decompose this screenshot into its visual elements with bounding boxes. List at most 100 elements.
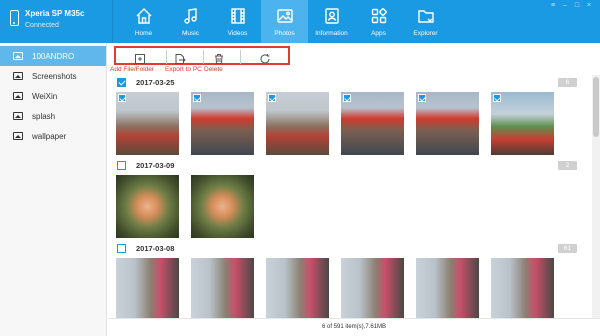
group-count-badge: 6 <box>558 78 577 87</box>
refresh-icon <box>260 54 270 64</box>
thumbnail-row <box>116 175 592 241</box>
sidebar-item-weixin[interactable]: WeiXin <box>0 86 106 106</box>
group-checkbox[interactable] <box>117 244 126 253</box>
tab-photos[interactable]: Photos <box>261 0 308 43</box>
sidebar-item-wallpaper[interactable]: wallpaper <box>0 126 106 146</box>
menu-button[interactable]: ≡ <box>548 2 558 10</box>
thumbnail-row <box>116 258 592 318</box>
photo-thumbnail[interactable] <box>266 92 329 155</box>
sidebar-item-label: wallpaper <box>32 131 67 141</box>
toolbar-divider <box>166 50 167 64</box>
photo-toolbar: Add File/Folder Export to PC Delete <box>108 43 600 75</box>
sidebar-item-label: 100ANDRO <box>32 51 75 61</box>
scrollbar-thumb[interactable] <box>593 77 599 137</box>
window-controls: ≡ – □ × <box>548 2 594 10</box>
album-sidebar: 100ANDRO Screenshots WeiXin splash wallp… <box>0 43 107 336</box>
group-count-badge: 61 <box>558 244 577 253</box>
export-to-pc-label: Export to PC <box>165 66 202 73</box>
photo-checkbox[interactable] <box>343 94 351 102</box>
phone-manager-window: Xperia SP M35c Connected Home Music Vide… <box>0 0 600 336</box>
close-button[interactable]: × <box>584 2 594 10</box>
toolbar-highlight <box>114 46 290 65</box>
tab-music-label: Music <box>182 30 199 37</box>
tab-music[interactable]: Music <box>167 0 214 43</box>
group-count-badge: 2 <box>558 161 577 170</box>
phone-icon <box>10 10 19 26</box>
toolbar-divider <box>203 50 204 64</box>
photo-thumbnail[interactable] <box>416 92 479 155</box>
photo-thumbnail[interactable] <box>116 258 179 318</box>
date-group-header: 2017-03-08 61 <box>108 241 592 258</box>
export-icon <box>175 54 186 64</box>
date-group-header: 2017-03-25 6 <box>108 75 592 92</box>
photo-thumbnail[interactable] <box>116 92 179 155</box>
album-icon <box>13 72 23 80</box>
sidebar-item-label: Screenshots <box>32 71 77 81</box>
date-group-header: 2017-03-09 2 <box>108 158 592 175</box>
group-date: 2017-03-09 <box>136 161 175 170</box>
contacts-icon <box>325 8 339 24</box>
vertical-scrollbar[interactable] <box>592 75 600 318</box>
photo-icon <box>277 9 293 23</box>
status-bar: 6 of 591 item(s),7.61MB <box>108 318 600 336</box>
tab-information[interactable]: Information <box>308 0 355 43</box>
add-button[interactable] <box>134 52 150 64</box>
tab-explorer-label: Explorer <box>413 30 438 37</box>
tab-home[interactable]: Home <box>120 0 167 43</box>
album-icon <box>13 92 23 100</box>
group-date: 2017-03-08 <box>136 244 175 253</box>
sidebar-item-label: splash <box>32 111 56 121</box>
sidebar-item-splash[interactable]: splash <box>0 106 106 126</box>
photo-thumbnail[interactable] <box>116 175 179 238</box>
export-button[interactable] <box>174 52 190 64</box>
photo-thumbnail[interactable] <box>491 258 554 318</box>
photo-checkbox[interactable] <box>268 94 276 102</box>
photo-grid: 2017-03-25 6 2017-03-09 2 2017-03-08 61 <box>108 75 592 318</box>
photo-thumbnail[interactable] <box>491 92 554 155</box>
photo-checkbox[interactable] <box>493 94 501 102</box>
device-status: Connected <box>25 22 59 29</box>
photo-thumbnail[interactable] <box>191 258 254 318</box>
photo-thumbnail[interactable] <box>191 92 254 155</box>
photo-thumbnail[interactable] <box>191 175 254 238</box>
photo-thumbnail[interactable] <box>341 92 404 155</box>
sidebar-item-100andro[interactable]: 100ANDRO <box>0 46 106 66</box>
sidebar-item-label: WeiXin <box>32 91 58 101</box>
delete-label: Delete <box>204 66 223 73</box>
album-icon <box>13 52 23 60</box>
tab-photos-label: Photos <box>274 30 295 37</box>
photo-thumbnail[interactable] <box>341 258 404 318</box>
add-file-icon <box>135 54 145 64</box>
trash-icon <box>215 54 223 64</box>
photo-checkbox[interactable] <box>193 94 201 102</box>
device-name: Xperia SP M35c <box>25 9 85 18</box>
device-panel[interactable]: Xperia SP M35c Connected <box>0 0 113 43</box>
photo-checkbox[interactable] <box>418 94 426 102</box>
maximize-button[interactable]: □ <box>572 2 582 10</box>
photo-thumbnail[interactable] <box>416 258 479 318</box>
sidebar-item-screenshots[interactable]: Screenshots <box>0 66 106 86</box>
tab-videos-label: Videos <box>227 30 248 37</box>
tab-apps[interactable]: Apps <box>355 0 402 43</box>
music-icon <box>184 8 197 24</box>
toolbar-divider <box>240 50 241 64</box>
top-bar: Xperia SP M35c Connected Home Music Vide… <box>0 0 600 43</box>
tab-apps-label: Apps <box>371 30 386 37</box>
tab-home-label: Home <box>134 30 153 37</box>
main-nav: Home Music Videos Photos Information App… <box>120 0 449 43</box>
refresh-button[interactable] <box>259 52 275 64</box>
minimize-button[interactable]: – <box>560 2 570 10</box>
tab-explorer[interactable]: Explorer <box>402 0 449 43</box>
tab-videos[interactable]: Videos <box>214 0 261 43</box>
group-checkbox[interactable] <box>117 78 126 87</box>
home-icon <box>136 8 152 24</box>
photo-thumbnail[interactable] <box>266 258 329 318</box>
album-icon <box>13 132 23 140</box>
add-file-folder-label: Add File/Folder <box>110 66 155 73</box>
delete-button[interactable] <box>213 52 229 64</box>
group-checkbox[interactable] <box>117 161 126 170</box>
apps-icon <box>371 8 387 24</box>
folder-icon <box>418 10 434 23</box>
film-icon <box>231 8 245 24</box>
photo-checkbox[interactable] <box>118 94 126 102</box>
